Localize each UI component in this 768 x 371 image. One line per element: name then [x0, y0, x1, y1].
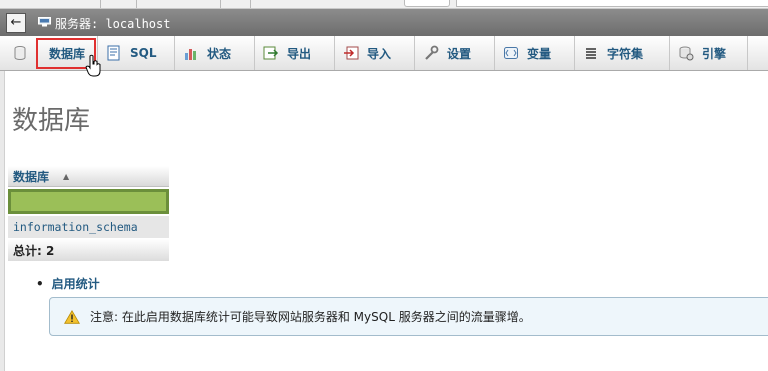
bullet: •: [36, 277, 44, 291]
database-column-label: 数据库: [13, 169, 50, 184]
tab-status[interactable]: 状态: [175, 36, 255, 70]
hand-cursor-icon: [85, 54, 101, 77]
database-table: 数据库 ▲ information_schema 总计: 2: [8, 166, 169, 261]
tab-status-label: 状态: [207, 46, 232, 61]
tab-export-label: 导出: [287, 46, 312, 61]
tab-engines-label: 引擎: [702, 46, 727, 61]
database-total: 总计: 2: [13, 243, 55, 258]
import-icon: [344, 46, 359, 60]
tab-engines[interactable]: 引擎: [670, 36, 748, 70]
tab-sql[interactable]: SQL: [98, 36, 175, 70]
tab-separator: [136, 0, 137, 8]
server-bar: ← 服务器: localhost: [0, 9, 768, 36]
database-total-row: 总计: 2: [8, 239, 169, 261]
left-gutter: [0, 71, 5, 371]
warning-icon: [64, 309, 80, 324]
server-tab-menu: 数据库 SQL 状态 导出 导入 设置 变量 字符集 引擎: [0, 36, 768, 71]
tab-separator: [100, 0, 101, 8]
server-breadcrumb[interactable]: 服务器: localhost: [55, 15, 170, 32]
tab-variables[interactable]: 变量: [495, 36, 575, 70]
notice-box: 注意: 在此启用数据库统计可能导致网站服务器和 MySQL 服务器之间的流量骤增…: [49, 297, 768, 336]
variables-icon: [504, 47, 518, 59]
tab-charsets-label: 字符集: [607, 46, 644, 61]
sort-ascending-icon: ▲: [63, 171, 70, 181]
wrench-icon: [425, 45, 439, 60]
enable-statistics-link[interactable]: 启用统计: [52, 277, 100, 291]
database-icon: [14, 46, 26, 60]
tab-separator: [220, 0, 221, 8]
back-button[interactable]: ←: [6, 13, 26, 33]
browser-strip: [0, 0, 768, 9]
database-link[interactable]: information_schema: [13, 220, 138, 234]
enable-statistics-item: • 启用统计: [36, 275, 100, 292]
page-title: 数据库: [12, 106, 91, 136]
notice-text: 注意: 在此启用数据库统计可能导致网站服务器和 MySQL 服务器之间的流量骤增…: [90, 310, 531, 324]
browser-address-field[interactable]: [456, 0, 768, 7]
charset-icon: [586, 48, 596, 59]
table-row[interactable]: information_schema: [8, 216, 169, 238]
tab-import[interactable]: 导入: [335, 36, 415, 70]
browser-field[interactable]: [404, 0, 450, 7]
database-column-header[interactable]: 数据库 ▲: [8, 166, 169, 187]
engine-icon: [679, 46, 694, 61]
tab-sql-label: SQL: [130, 46, 157, 60]
server-icon: [38, 17, 51, 27]
tab-export[interactable]: 导出: [255, 36, 335, 70]
tab-separator: [250, 0, 251, 8]
tab-import-label: 导入: [367, 46, 392, 61]
export-icon: [263, 46, 279, 60]
status-icon: [185, 49, 196, 60]
tab-variables-label: 变量: [527, 46, 552, 61]
sql-icon: [107, 45, 120, 61]
highlighted-database-row[interactable]: [8, 189, 169, 214]
tab-settings[interactable]: 设置: [415, 36, 495, 70]
tab-databases[interactable]: 数据库: [0, 36, 98, 70]
tab-charsets[interactable]: 字符集: [575, 36, 670, 70]
tab-settings-label: 设置: [447, 46, 472, 61]
